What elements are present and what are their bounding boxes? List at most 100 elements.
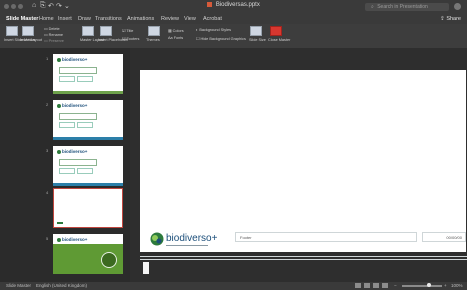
thumb-title-placeholder — [59, 113, 97, 120]
background-styles-dropdown[interactable]: ◐ Background Styles — [196, 28, 231, 32]
zoom-out-icon[interactable]: − — [394, 282, 397, 290]
thumb-number: 2 — [46, 102, 49, 107]
tab-transitions[interactable]: Transitions — [95, 15, 122, 23]
search-placeholder: Search in Presentation — [377, 4, 428, 10]
title-checkbox[interactable]: ☑ Title — [122, 28, 133, 33]
zoom-in-icon[interactable]: + — [444, 282, 447, 290]
slide-size-label: Slide Size — [249, 38, 266, 42]
colors-dropdown[interactable]: ▦ Colors — [168, 28, 184, 33]
ribbon-toolbar: Insert Slide Master Insert Layout ▭ Dele… — [0, 24, 467, 49]
hide-background-graphics-checkbox[interactable]: ☐ Hide Background Graphics — [196, 36, 246, 41]
tab-home[interactable]: Home — [39, 15, 54, 23]
slide-sorter-icon[interactable] — [364, 283, 370, 288]
search-icon: ⌕ — [371, 4, 374, 10]
thumb-photo-circle — [101, 252, 117, 268]
colors-label: Colors — [172, 29, 184, 33]
slide-thumbnail-selected[interactable] — [53, 188, 123, 228]
thumb-placeholder — [59, 122, 75, 128]
master-layout-icon — [82, 26, 94, 36]
slide-logo-underline — [166, 245, 208, 246]
thumb-placeholder — [77, 168, 93, 174]
placeholder-icon — [100, 26, 112, 36]
thumb-blue-bar — [53, 183, 123, 186]
tab-acrobat[interactable]: Acrobat — [203, 15, 222, 23]
thumb-number: 4 — [46, 190, 49, 195]
footers-checkbox[interactable]: ☑ Footers — [122, 36, 139, 41]
date-placeholder[interactable]: 00/00/00 — [422, 232, 466, 242]
share-button[interactable]: ⇪ Share — [440, 15, 461, 23]
user-icon[interactable] — [454, 3, 461, 10]
thumb-logo: biodiverso+ — [57, 103, 87, 108]
normal-view-icon[interactable] — [355, 283, 361, 288]
close-master-icon — [270, 26, 282, 36]
slide-canvas[interactable]: biodiverso+ Footer 00/00/00 — [140, 70, 467, 274]
rename-button[interactable]: ▭ Rename — [44, 32, 63, 37]
title-checkbox-label: Title — [126, 29, 134, 33]
slide-logo-text: biodiverso+ — [166, 233, 218, 244]
preserve-button[interactable]: ▭ Preserve — [44, 38, 64, 43]
thumb-placeholder — [77, 76, 93, 82]
tab-view[interactable]: View — [184, 15, 196, 23]
tab-review[interactable]: Review — [161, 15, 179, 23]
thumb-logo: biodiverso+ — [57, 237, 87, 242]
reading-view-icon[interactable] — [373, 283, 379, 288]
slide-thumbnail[interactable]: biodiverso+ — [53, 100, 123, 140]
preserve-label: Preserve — [48, 39, 64, 43]
delete-label: Delete — [48, 27, 60, 31]
footer-divider-bottom — [140, 259, 467, 260]
date-text: 00/00/00 — [446, 235, 462, 240]
background-styles-label: Background Styles — [199, 28, 232, 32]
tab-insert[interactable]: Insert — [58, 15, 72, 23]
delete-button[interactable]: ▭ Delete — [44, 26, 60, 31]
tab-animations[interactable]: Animations — [127, 15, 154, 23]
biodiverso-logo-icon — [150, 232, 164, 246]
tab-slide-master[interactable]: Slide Master — [6, 15, 38, 23]
layout-icon — [22, 26, 34, 36]
thumb-placeholder — [59, 76, 75, 82]
thumb-placeholder — [77, 122, 93, 128]
thumb-logo: biodiverso+ — [57, 57, 87, 62]
close-master-label: Close Master — [268, 38, 291, 42]
thumb-small-logo — [57, 222, 63, 224]
themes-label: Themes — [146, 38, 160, 42]
thumb-logo: biodiverso+ — [57, 149, 87, 154]
tab-draw[interactable]: Draw — [78, 15, 91, 23]
share-label: Share — [446, 16, 461, 22]
slide-thumbnail[interactable]: biodiverso+ — [53, 54, 123, 94]
search-input[interactable]: ⌕ Search in Presentation — [365, 3, 449, 11]
thumb-title-placeholder — [59, 67, 97, 74]
hide-background-graphics-label: Hide Background Graphics — [200, 37, 246, 41]
slide-thumbnail[interactable]: biodiverso+ — [53, 146, 123, 186]
thumb-number: 5 — [46, 236, 49, 241]
rename-label: Rename — [48, 33, 64, 37]
footers-checkbox-label: Footers — [126, 37, 140, 41]
slide-editor: biodiverso+ Footer 00/00/00 — [130, 48, 467, 282]
zoom-slider-knob[interactable] — [427, 283, 431, 287]
slideshow-icon[interactable] — [382, 283, 388, 288]
footer-left-marker — [143, 262, 149, 274]
footer-text: Footer — [240, 235, 252, 240]
pptx-icon — [207, 2, 213, 7]
thumb-number: 1 — [46, 56, 49, 61]
footer-placeholder[interactable]: Footer — [235, 232, 417, 242]
slide-size-icon — [250, 26, 262, 36]
fonts-label: Fonts — [173, 36, 184, 40]
slide-thumbnails-panel: 1 biodiverso+ 2 biodiverso+ 3 biodiverso… — [0, 48, 130, 282]
slide-master-icon — [6, 26, 18, 36]
footer-divider-top — [140, 256, 467, 257]
title-bar: ⌂ ⎘ ↶ ↷ ⌄ Biodiversas.pptx ⌕ Search in P… — [0, 0, 467, 14]
zoom-level[interactable]: 100% — [451, 282, 463, 290]
thumb-green-bar — [53, 91, 123, 94]
zoom-slider[interactable] — [402, 285, 442, 287]
status-bar: Slide Master English (United Kingdom) − … — [0, 282, 467, 290]
slide-thumbnail[interactable]: biodiverso+ — [53, 234, 123, 274]
thumb-blue-bar — [53, 137, 123, 140]
fonts-dropdown[interactable]: Aa Fonts — [168, 36, 183, 40]
insert-layout-label: Insert Layout — [20, 38, 42, 42]
status-language[interactable]: English (United Kingdom) — [36, 282, 87, 290]
window-title-text: Biodiversas.pptx — [215, 2, 260, 9]
thumb-placeholder — [59, 168, 75, 174]
thumb-title-placeholder — [59, 159, 97, 166]
ribbon-tabs: Slide Master Home Insert Draw Transition… — [0, 14, 467, 24]
thumb-number: 3 — [46, 148, 49, 153]
